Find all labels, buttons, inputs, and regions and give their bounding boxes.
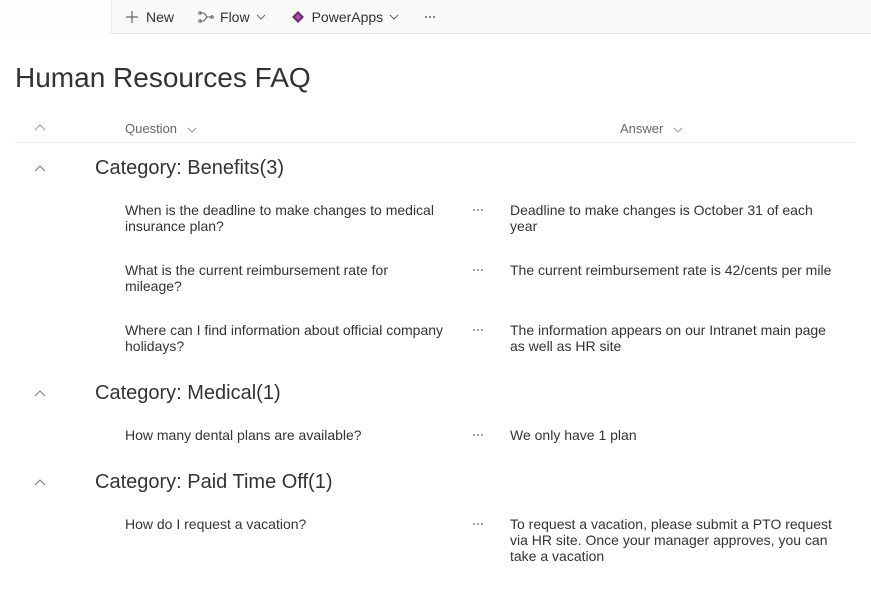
item-question: How many dental plans are available?: [15, 427, 445, 443]
item-actions-button[interactable]: [445, 262, 510, 277]
command-bar: New Flow PowerApps: [0, 0, 871, 34]
plus-icon: [124, 9, 140, 25]
app-launcher-placeholder: [0, 0, 112, 34]
group-header[interactable]: Category: Medical(1): [15, 368, 856, 413]
item-actions-button[interactable]: [445, 202, 510, 217]
chevron-up-icon[interactable]: [15, 165, 65, 173]
chevron-down-icon: [187, 127, 197, 133]
powerapps-button[interactable]: PowerApps: [278, 0, 412, 34]
group-title: Category: Paid Time Off(1): [65, 471, 333, 494]
ellipsis-icon: [471, 263, 485, 277]
chevron-up-icon[interactable]: [15, 479, 65, 487]
item-actions-button[interactable]: [445, 322, 510, 337]
group-title: Category: Medical(1): [65, 382, 281, 405]
overflow-button[interactable]: [411, 0, 449, 34]
chevron-up-icon[interactable]: [15, 390, 65, 398]
powerapps-label: PowerApps: [312, 9, 384, 25]
column-header-question[interactable]: Question: [65, 120, 555, 136]
item-answer: To request a vacation, please submit a P…: [510, 516, 856, 564]
powerapps-icon: [290, 9, 306, 25]
group-title: Category: Benefits(3): [65, 157, 284, 180]
flow-icon: [198, 9, 214, 25]
flow-label: Flow: [220, 9, 250, 25]
list-item[interactable]: When is the deadline to make changes to …: [15, 188, 856, 248]
question-header-label: Question: [125, 121, 177, 136]
item-question: When is the deadline to make changes to …: [15, 202, 445, 234]
list-item[interactable]: What is the current reimbursement rate f…: [15, 248, 856, 308]
flow-button[interactable]: Flow: [186, 0, 278, 34]
item-answer: The current reimbursement rate is 42/cen…: [510, 262, 856, 278]
list-item[interactable]: Where can I find information about offic…: [15, 308, 856, 368]
list-body: Category: Benefits(3) When is the deadlin…: [0, 143, 871, 578]
group-header[interactable]: Category: Paid Time Off(1): [15, 457, 856, 502]
chevron-down-icon: [256, 12, 266, 22]
ellipsis-icon: [471, 428, 485, 442]
list-item[interactable]: How do I request a vacation? To request a…: [15, 502, 856, 578]
chevron-down-icon: [389, 12, 399, 22]
group-header[interactable]: Category: Benefits(3): [15, 143, 856, 188]
list-item[interactable]: How many dental plans are available? We o…: [15, 413, 856, 457]
item-answer: Deadline to make changes is October 31 o…: [510, 202, 856, 234]
ellipsis-icon: [471, 203, 485, 217]
column-header-row: Question Answer: [15, 114, 856, 143]
column-header-answer[interactable]: Answer: [620, 120, 856, 136]
chevron-down-icon: [673, 127, 683, 133]
item-actions-button[interactable]: [445, 516, 510, 531]
ellipsis-icon: [471, 517, 485, 531]
page-title: Human Resources FAQ: [0, 34, 871, 114]
ellipsis-icon: [423, 10, 437, 24]
ellipsis-icon: [471, 323, 485, 337]
collapse-all-toggle[interactable]: [15, 124, 65, 132]
item-answer: We only have 1 plan: [510, 427, 856, 443]
item-question: Where can I find information about offic…: [15, 322, 445, 354]
item-answer: The information appears on our Intranet …: [510, 322, 856, 354]
new-label: New: [146, 9, 174, 25]
item-question: What is the current reimbursement rate f…: [15, 262, 445, 294]
item-question: How do I request a vacation?: [15, 516, 445, 532]
answer-header-label: Answer: [620, 121, 663, 136]
new-button[interactable]: New: [112, 0, 186, 34]
item-actions-button[interactable]: [445, 427, 510, 442]
